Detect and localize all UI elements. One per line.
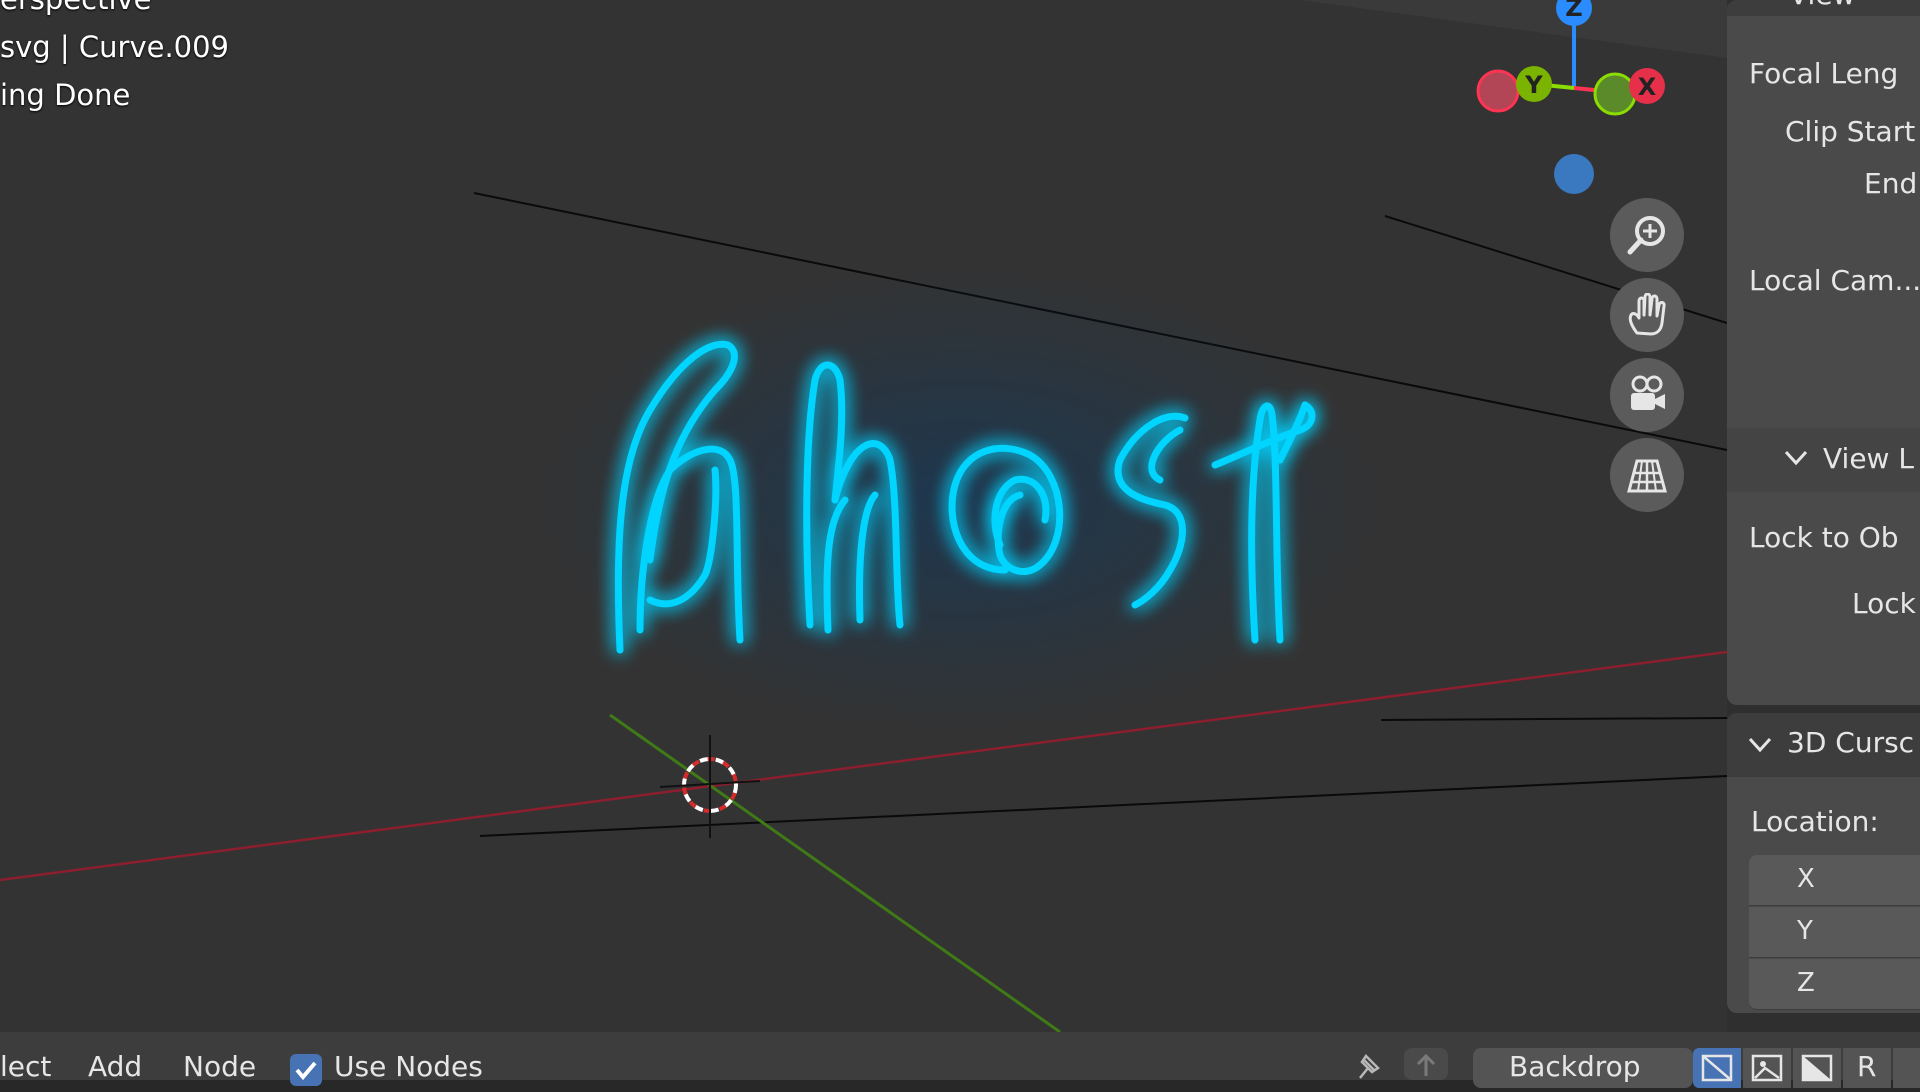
image-channel-icon (1801, 1054, 1833, 1082)
parent-node-tree-icon[interactable] (1404, 1048, 1448, 1080)
chevron-down-icon (1784, 450, 1808, 466)
add-menu[interactable]: Add (88, 1050, 142, 1083)
perspective-grid-icon (1627, 459, 1667, 493)
image-alpha-icon (1751, 1054, 1783, 1082)
local-camera-label: Local Cam... (1749, 264, 1920, 297)
red-channel-label: R (1857, 1050, 1877, 1083)
backdrop-toggle-button[interactable]: Backdrop (1473, 1048, 1693, 1088)
navigation-gizmo[interactable]: Y X Z (1470, 0, 1670, 200)
neg-z-axis-icon[interactable] (1554, 154, 1594, 194)
neg-x-axis-icon[interactable] (1476, 69, 1520, 113)
backdrop-red-button[interactable]: R (1843, 1048, 1891, 1088)
viewport-mode-label: erspective (0, 0, 152, 16)
hand-pan-icon (1628, 293, 1666, 336)
view-lock-title: View L (1823, 442, 1914, 475)
camera-icon (1631, 375, 1665, 410)
view-panel-header[interactable]: View (1727, 0, 1920, 16)
use-nodes-checkbox[interactable] (290, 1054, 322, 1086)
backdrop-channels-button[interactable] (1693, 1048, 1741, 1088)
view-panel: View Focal Leng Clip Start End Local Cam… (1727, 0, 1920, 705)
cursor-location-z-field[interactable]: Z (1749, 959, 1920, 1010)
focal-length-label: Focal Leng (1749, 57, 1899, 90)
3d-cursor-panel: 3D Cursc Location: X Y Z (1727, 713, 1920, 1013)
pin-icon[interactable] (1352, 1050, 1386, 1080)
view-lock-subpanel-header[interactable]: View L (1727, 428, 1920, 492)
sidebar-panel: View Focal Leng Clip Start End Local Cam… (1727, 0, 1920, 1032)
backdrop-green-button[interactable] (1893, 1048, 1920, 1088)
clip-end-label: End (1864, 167, 1918, 200)
image-icon (1701, 1054, 1733, 1082)
backdrop-label: Backdrop (1509, 1050, 1641, 1083)
select-menu[interactable]: lect (0, 1050, 51, 1083)
gizmo-y-label: Y (1524, 71, 1543, 99)
active-object-label: svg | Curve.009 (0, 30, 230, 64)
3d-viewport[interactable]: erspective svg | Curve.009 ing Done Y X … (0, 0, 1727, 1032)
gizmo-x-label: X (1638, 73, 1657, 101)
scene-canvas[interactable] (0, 0, 1727, 1032)
use-nodes-label: Use Nodes (334, 1050, 483, 1083)
render-status-label: ing Done (0, 78, 131, 112)
gizmo-z-label: Z (1565, 0, 1582, 22)
cursor-location-y-field[interactable]: Y (1749, 907, 1920, 958)
neg-y-axis-icon[interactable] (1593, 72, 1637, 116)
zoom-in-icon (1627, 216, 1665, 255)
view-panel-title: View (1789, 0, 1855, 11)
3d-cursor-panel-header[interactable]: 3D Cursc (1727, 713, 1920, 777)
axis-x-label: X (1797, 864, 1815, 894)
zoom-button[interactable] (1610, 198, 1684, 272)
axis-y-label: Y (1797, 916, 1813, 946)
clip-start-label: Clip Start (1785, 115, 1916, 148)
axis-z-label: Z (1797, 968, 1815, 998)
cursor-location-x-field[interactable]: X (1749, 855, 1920, 906)
backdrop-channel-button[interactable] (1793, 1048, 1841, 1088)
chevron-down-icon (1748, 737, 1772, 753)
perspective-toggle-button[interactable] (1610, 438, 1684, 512)
3d-cursor-title: 3D Cursc (1787, 726, 1915, 759)
node-menu[interactable]: Node (183, 1050, 256, 1083)
camera-view-button[interactable] (1610, 358, 1684, 432)
checkmark-icon (295, 1061, 317, 1081)
location-label: Location: (1751, 805, 1879, 838)
lock-to-object-label: Lock to Ob (1749, 521, 1899, 554)
pan-button[interactable] (1610, 278, 1684, 352)
lock-label: Lock (1852, 587, 1916, 620)
backdrop-alpha-button[interactable] (1743, 1048, 1791, 1088)
